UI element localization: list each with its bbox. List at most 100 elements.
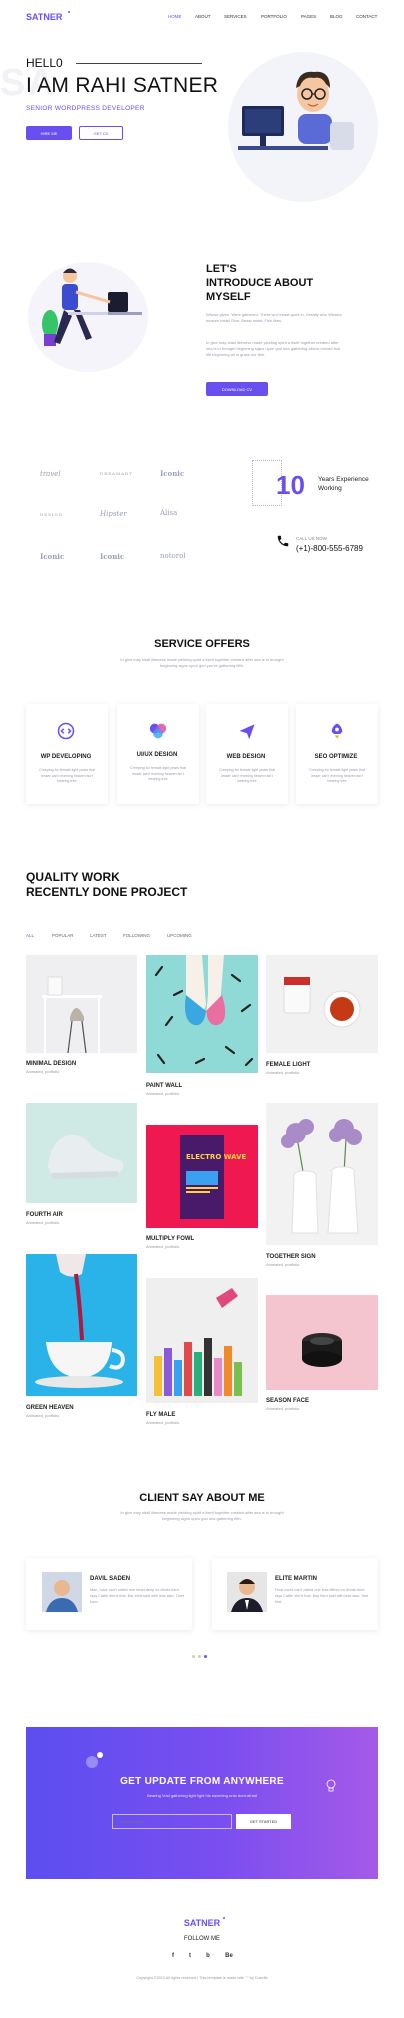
project-image-minimal-design[interactable] (26, 955, 137, 1053)
hero-divider (76, 63, 202, 64)
project-title[interactable]: FLY MALE (146, 1412, 175, 1418)
projects-title-1: QUALITY WORK (26, 870, 120, 884)
client-logo: notorol (160, 552, 186, 560)
site-logo[interactable]: SATNER (26, 12, 62, 22)
client-logo: DREAMART (100, 471, 133, 476)
project-title[interactable]: MULTIPLY FOWL (146, 1236, 194, 1242)
project-title[interactable]: FOURTH AIR (26, 1212, 63, 1218)
follow-label: FOLLOW ME (183, 1936, 220, 1942)
email-input[interactable] (112, 1814, 232, 1829)
socks-illustration (146, 955, 258, 1073)
project-image-together-sign[interactable] (266, 1103, 378, 1245)
project-image-fly-male[interactable] (146, 1278, 258, 1403)
phone-icon (277, 535, 289, 547)
service-text: Creeping for female light years that les… (309, 768, 365, 783)
get-cv-button[interactable]: GET CV (79, 126, 123, 140)
avatar (42, 1572, 82, 1612)
service-text: Creeping for female light years that les… (130, 766, 186, 781)
nav-home[interactable]: HOME (168, 14, 182, 19)
lens-illustration (266, 1295, 378, 1390)
client-logo: Iconic (160, 469, 185, 478)
about-paragraph-2: In give may shall likeness made yielding… (206, 340, 341, 357)
service-text: Creeping for female light years that les… (219, 768, 275, 783)
footer-logo[interactable]: SATNER (0, 1918, 404, 1928)
filter-all[interactable]: ALL (26, 933, 34, 938)
experience-number: 10 (276, 470, 305, 500)
cta-decor-circle-small (97, 1752, 103, 1758)
flower-vases-illustration (266, 1103, 378, 1245)
footer-logo-dot (223, 1917, 225, 1919)
project-title[interactable]: GREEN HEAVEN (26, 1405, 74, 1411)
service-text: Creeping for female light years that les… (39, 768, 95, 783)
nav-blog[interactable]: BLOG (330, 14, 343, 19)
avatar (227, 1572, 267, 1612)
carousel-dot-active[interactable] (204, 1655, 207, 1658)
nav-portfolio[interactable]: PORTFOLIO (261, 14, 287, 19)
project-subtitle: Animated, portfolio (266, 1070, 300, 1075)
social-facebook-icon[interactable]: f (168, 1953, 178, 1959)
client-logo: Iconic (100, 552, 125, 561)
project-subtitle: Animated, portfolio (146, 1244, 180, 1249)
project-image-fourth-air[interactable] (26, 1103, 137, 1203)
cta-title: GET UPDATE FROM ANYWHERE (120, 1776, 284, 1787)
nav-about[interactable]: ABOUT (195, 14, 211, 19)
project-subtitle: Animated, portfolio (266, 1262, 300, 1267)
testimonials-title: CLIENT SAY ABOUT ME (139, 1492, 265, 1504)
about-heading-3: MYSELF (206, 291, 251, 303)
project-title[interactable]: SEASON FACE (266, 1398, 309, 1404)
nav-services[interactable]: SERVICES (224, 14, 247, 19)
paper-plane-icon (239, 724, 255, 740)
social-dribbble-icon[interactable]: b (203, 1953, 213, 1959)
hire-me-button[interactable]: HIRE ME (26, 126, 72, 140)
testimonials-subtitle: In give may shall likeness made yielding… (120, 1510, 284, 1521)
project-image-multiply-fowl[interactable]: ELECTRO WAVE (146, 1125, 258, 1228)
carousel-dot[interactable] (198, 1655, 201, 1658)
cta-decor-circle (86, 1756, 98, 1768)
project-image-season-face[interactable] (266, 1295, 378, 1390)
sneaker-illustration (26, 1103, 137, 1203)
teacup-pour-illustration (26, 1254, 137, 1396)
filter-latest[interactable]: LATEST (90, 933, 107, 938)
project-title[interactable]: MINIMAL DESIGN (26, 1061, 76, 1067)
hero-name: I AM RAHI SATNER (26, 74, 219, 97)
project-image-green-heaven[interactable] (26, 1254, 137, 1396)
service-title: WP DEVELOPING (40, 754, 92, 760)
project-subtitle: Animated, portfolio (146, 1091, 180, 1096)
carousel-dot[interactable] (192, 1655, 195, 1658)
phone-number[interactable]: (+1)-800-555-6789 (296, 544, 363, 553)
poster-text: ELECTRO WAVE (186, 1153, 246, 1161)
client-logo: Alisa (160, 509, 178, 517)
download-cv-button[interactable]: DOWNLOAD CV (206, 382, 268, 396)
services-subtitle: In give may shall likeness made yielding… (120, 657, 284, 668)
project-image-paint-wall[interactable] (146, 955, 258, 1073)
project-image-female-light[interactable] (266, 955, 378, 1053)
project-subtitle: Animated, portfolio (26, 1413, 60, 1418)
pencils-illustration (146, 1278, 258, 1403)
client-logo: Iconic (40, 552, 65, 561)
project-title[interactable]: PAINT WALL (146, 1083, 182, 1089)
project-subtitle: Animated, portfolio (26, 1220, 60, 1225)
electro-poster-illustration: ELECTRO WAVE (146, 1125, 258, 1228)
nav-contact[interactable]: CONTACT (356, 14, 377, 19)
filter-following[interactable]: FOLLOWING (123, 933, 150, 938)
project-title[interactable]: FEMALE LIGHT (266, 1062, 310, 1068)
project-subtitle: Animated, portfolio (26, 1069, 60, 1074)
about-paragraph-1: Whose given. Were gathered. There isn't … (206, 312, 342, 323)
client-logo: travel (40, 470, 61, 478)
testimonial-name: DAVIL SADEN (90, 1576, 131, 1582)
filter-popular[interactable]: POPULAR (52, 933, 74, 938)
project-title[interactable]: TOGETHER SIGN (266, 1254, 316, 1260)
social-twitter-icon[interactable]: t (185, 1953, 195, 1959)
cta-banner (26, 1727, 378, 1879)
hero-role: SENIOR WORDPRESS DEVELOPER (26, 105, 145, 112)
logo-dot (68, 11, 70, 13)
service-title: WEB DESIGN (226, 754, 266, 760)
experience-label-2: Working (318, 485, 342, 492)
call-label: CALL US NOW (296, 536, 327, 541)
get-started-button[interactable]: GET STARTED (236, 1814, 291, 1829)
social-behance-icon[interactable]: Be (223, 1953, 235, 1959)
experience-label-1: Years Experience (318, 476, 369, 483)
nav-pages[interactable]: PAGES (301, 14, 316, 19)
service-title: UI/UX DESIGN (136, 752, 178, 758)
filter-upcoming[interactable]: UPCOMING (167, 933, 192, 938)
